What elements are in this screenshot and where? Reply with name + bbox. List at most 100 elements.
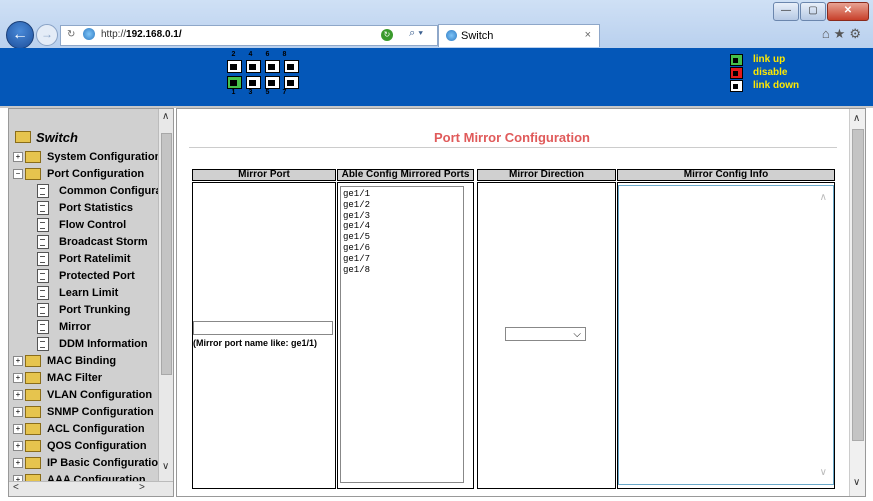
maximize-button[interactable]: ▢	[800, 2, 826, 21]
sidebar-item-port-ratelimit[interactable]: Port Ratelimit	[37, 251, 131, 267]
mirrored-ports-list[interactable]: ge1/1 ge1/2 ge1/3 ge1/4 ge1/5 ge1/6 ge1/7 ge1/8	[340, 186, 464, 483]
main-scroll-thumb[interactable]	[852, 129, 864, 441]
sidebar-item-label: MAC Binding	[47, 355, 117, 367]
sidebar-item-ip-basic-configuration[interactable]: + IP Basic Configuration	[13, 455, 165, 471]
folder-icon	[25, 440, 41, 452]
sidebar-item-ddm-information[interactable]: DDM Information	[37, 336, 148, 352]
sidebar-item-mac-binding[interactable]: + MAC Binding	[13, 353, 116, 369]
sidebar-scroll-thumb[interactable]	[161, 133, 172, 375]
port-icon[interactable]	[265, 76, 280, 89]
expand-icon[interactable]: +	[13, 373, 23, 383]
url-host: 192.168.0.1/	[126, 29, 182, 40]
legend-item: disable	[730, 66, 799, 79]
address-bar[interactable]: http://192.168.0.1/ ↻ ↻ ⌕ ▾	[60, 25, 438, 46]
scroll-right-icon[interactable]: >	[139, 482, 145, 493]
scroll-down-icon[interactable]: ∨	[162, 461, 169, 472]
sidebar-item-broadcast-storm[interactable]: Broadcast Storm	[37, 234, 148, 250]
list-item[interactable]: ge1/6	[343, 243, 463, 254]
scroll-down-icon[interactable]: ∨	[820, 467, 827, 478]
sidebar-item-protected-port[interactable]: Protected Port	[37, 268, 135, 284]
switch-banner: 2 4 6 8 1 3 5 7 link up disable link down	[0, 48, 873, 108]
tab-switch[interactable]: Switch ×	[438, 24, 600, 47]
list-item[interactable]: ge1/2	[343, 200, 463, 211]
document-icon	[37, 218, 49, 232]
tab-close-icon[interactable]: ×	[585, 29, 591, 41]
scroll-up-icon[interactable]: ∧	[853, 113, 860, 124]
sidebar-item-port-configuration[interactable]: − Port Configuration	[13, 166, 144, 182]
port-icon[interactable]	[246, 60, 261, 73]
forward-button[interactable]: →	[36, 24, 58, 46]
scroll-up-icon[interactable]: ∧	[162, 111, 169, 122]
port-icon[interactable]	[265, 60, 280, 73]
list-item[interactable]: ge1/8	[343, 265, 463, 276]
expand-icon[interactable]: +	[13, 152, 23, 162]
expand-icon[interactable]: +	[13, 407, 23, 417]
back-button[interactable]: ←	[6, 21, 34, 49]
list-item[interactable]: ge1/3	[343, 211, 463, 222]
port-status-icon	[730, 53, 743, 66]
folder-open-icon	[25, 168, 41, 180]
sidebar-item-flow-control[interactable]: Flow Control	[37, 217, 126, 233]
sidebar-item-label: IP Basic Configuration	[47, 457, 165, 469]
sidebar-item-port-statistics[interactable]: Port Statistics	[37, 200, 133, 216]
sidebar-item-acl-configuration[interactable]: + ACL Configuration	[13, 421, 145, 437]
list-item[interactable]: ge1/7	[343, 254, 463, 265]
mirror-port-input[interactable]	[193, 321, 333, 335]
expand-icon[interactable]: −	[13, 169, 23, 179]
sidebar-item-snmp-configuration[interactable]: + SNMP Configuration	[13, 404, 154, 420]
port-icon[interactable]	[246, 76, 261, 89]
sidebar-item-common-configuratio[interactable]: Common Configuratio	[37, 183, 173, 199]
sidebar-item-mac-filter[interactable]: + MAC Filter	[13, 370, 102, 386]
port-number: 8	[282, 51, 287, 58]
sidebar-item-label: Mirror	[59, 321, 91, 333]
title-divider	[189, 147, 837, 148]
port-icon[interactable]	[284, 76, 299, 89]
port-icon[interactable]	[284, 60, 299, 73]
list-item[interactable]: ge1/5	[343, 232, 463, 243]
expand-icon[interactable]: +	[13, 424, 23, 434]
sidebar-item-label: Protected Port	[59, 270, 135, 282]
expand-icon[interactable]: +	[13, 441, 23, 451]
expand-icon[interactable]: +	[13, 356, 23, 366]
expand-icon[interactable]: +	[13, 390, 23, 400]
port-number: 2	[231, 51, 236, 58]
legend-label: link up	[753, 54, 786, 65]
search-icon[interactable]: ⌕ ▾	[409, 27, 423, 40]
minimize-button[interactable]: —	[773, 2, 799, 21]
list-item[interactable]: ge1/4	[343, 221, 463, 232]
sidebar-item-label: MAC Filter	[47, 372, 102, 384]
mirror-direction-select[interactable]: ⌵	[505, 327, 586, 341]
list-item[interactable]: ge1/1	[343, 189, 463, 200]
close-window-button[interactable]: ✕	[827, 2, 869, 21]
scroll-down-icon[interactable]: ∨	[853, 477, 860, 488]
port-icon[interactable]	[227, 60, 242, 73]
expand-icon[interactable]: +	[13, 458, 23, 468]
compat-view-icon[interactable]: ↻	[67, 29, 75, 40]
chevron-down-icon: ⌵	[573, 329, 581, 340]
tree-root[interactable]: Switch	[15, 130, 78, 145]
sidebar-vertical-scrollbar[interactable]: ∧ ∨	[158, 109, 173, 481]
tree-root-label: Switch	[36, 130, 78, 145]
sidebar-item-label: VLAN Configuration	[47, 389, 153, 401]
sidebar-item-vlan-configuration[interactable]: + VLAN Configuration	[13, 387, 152, 403]
tab-favicon-icon	[446, 30, 457, 41]
sidebar-item-mirror[interactable]: Mirror	[37, 319, 91, 335]
browser-tools[interactable]: ⌂★⚙	[822, 26, 865, 42]
folder-open-icon	[15, 131, 31, 143]
sidebar-item-port-trunking[interactable]: Port Trunking	[37, 302, 131, 318]
document-icon	[37, 184, 49, 198]
document-icon	[37, 235, 49, 249]
refresh-icon[interactable]: ↻	[381, 29, 393, 41]
sidebar-item-learn-limit[interactable]: Learn Limit	[37, 285, 118, 301]
mirror-config-info-textarea[interactable]: ∧ ∨	[618, 185, 834, 485]
port-icon[interactable]	[227, 76, 242, 89]
scroll-up-icon[interactable]: ∧	[820, 192, 827, 203]
url-text: http://192.168.0.1/	[101, 29, 182, 40]
port-number: 5	[265, 89, 270, 96]
sidebar-item-label: DDM Information	[59, 338, 148, 350]
main-vertical-scrollbar[interactable]: ∧ ∨	[849, 109, 865, 496]
sidebar-horizontal-scrollbar[interactable]: < >	[9, 481, 173, 496]
sidebar-item-system-configuration[interactable]: + System Configuration	[13, 149, 161, 165]
scroll-left-icon[interactable]: <	[13, 482, 19, 493]
sidebar-item-qos-configuration[interactable]: + QOS Configuration	[13, 438, 147, 454]
